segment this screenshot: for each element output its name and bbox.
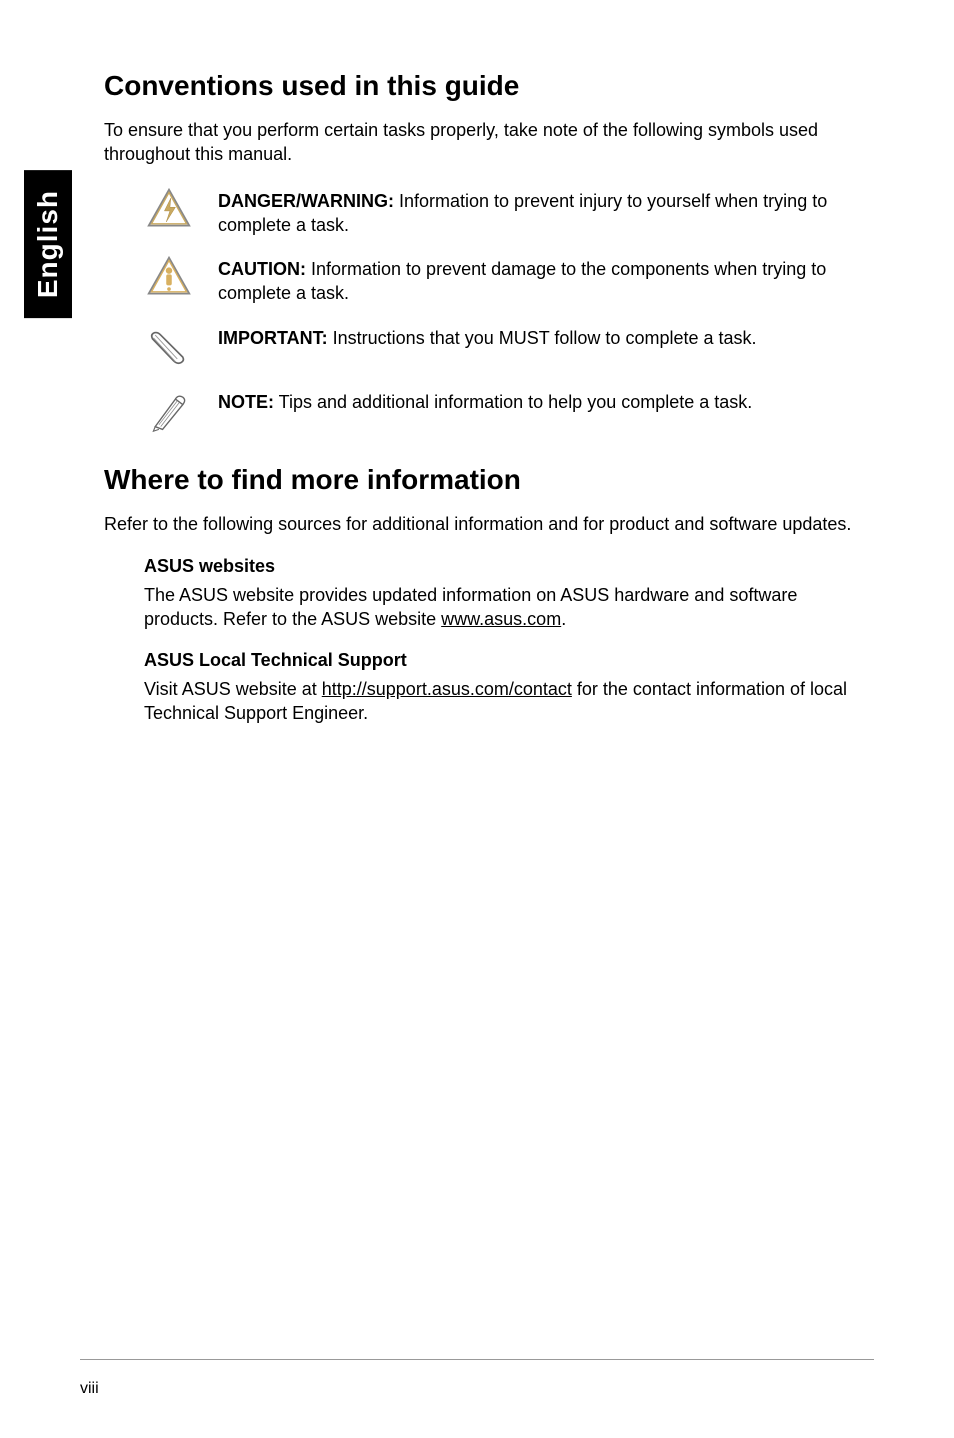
- asus-websites-block: ASUS websites The ASUS website provides …: [104, 556, 874, 632]
- lightning-icon: [144, 187, 194, 233]
- note-text: Tips and additional information to help …: [274, 392, 752, 412]
- page-number: viii: [80, 1380, 874, 1398]
- footer-divider: [80, 1359, 874, 1360]
- page-content: Conventions used in this guide To ensure…: [0, 0, 954, 725]
- conventions-intro: To ensure that you perform certain tasks…: [104, 118, 874, 167]
- caution-label: CAUTION:: [218, 259, 306, 279]
- asus-support-block: ASUS Local Technical Support Visit ASUS …: [104, 650, 874, 726]
- important-label: IMPORTANT:: [218, 328, 328, 348]
- danger-label: DANGER/WARNING:: [218, 191, 394, 211]
- conventions-heading: Conventions used in this guide: [104, 70, 874, 102]
- convention-important: IMPORTANT: Instructions that you MUST fo…: [104, 324, 874, 370]
- asus-websites-heading: ASUS websites: [144, 556, 874, 577]
- note-icon: [144, 388, 194, 434]
- convention-caution: CAUTION: Information to prevent damage t…: [104, 255, 874, 306]
- asus-website-link[interactable]: www.asus.com: [441, 609, 561, 629]
- convention-note: NOTE: Tips and additional information to…: [104, 388, 874, 434]
- asus-support-link[interactable]: http://support.asus.com/contact: [322, 679, 572, 699]
- where-heading: Where to find more information: [104, 464, 874, 496]
- caution-text: Information to prevent damage to the com…: [218, 259, 826, 303]
- convention-danger: DANGER/WARNING: Information to prevent i…: [104, 187, 874, 238]
- asus-websites-text-post: .: [561, 609, 566, 629]
- asus-support-text-pre: Visit ASUS website at: [144, 679, 322, 699]
- note-label: NOTE:: [218, 392, 274, 412]
- important-icon: [144, 324, 194, 370]
- caution-icon: [144, 255, 194, 301]
- language-tab: English: [24, 170, 72, 318]
- where-intro: Refer to the following sources for addit…: [104, 512, 874, 536]
- page-footer: viii: [0, 1359, 954, 1398]
- asus-support-heading: ASUS Local Technical Support: [144, 650, 874, 671]
- important-text: Instructions that you MUST follow to com…: [328, 328, 757, 348]
